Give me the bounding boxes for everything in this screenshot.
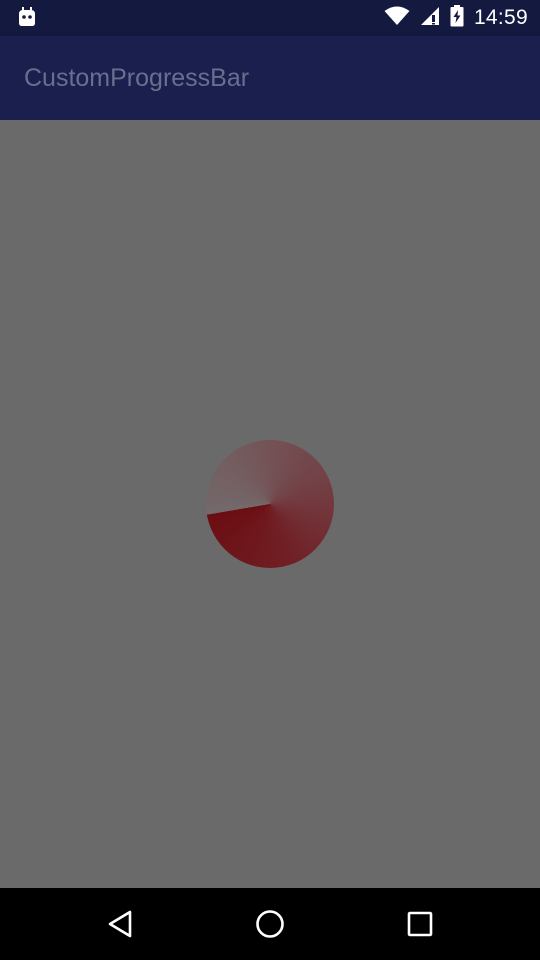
app-title: CustomProgressBar xyxy=(24,64,250,92)
home-icon[interactable] xyxy=(248,902,292,946)
recents-icon[interactable] xyxy=(398,902,442,946)
custom-progress-bar xyxy=(206,440,334,568)
battery-icon xyxy=(450,4,464,32)
app-bar: CustomProgressBar xyxy=(0,36,540,120)
progress-disc xyxy=(206,440,334,568)
screen: 14:59 CustomProgressBar xyxy=(0,0,540,960)
wifi-icon xyxy=(384,6,410,31)
status-clock: 14:59 xyxy=(473,6,528,29)
status-bar: 14:59 xyxy=(0,0,540,36)
back-icon[interactable] xyxy=(98,902,142,946)
android-debug-icon xyxy=(16,7,38,34)
navigation-bar xyxy=(0,888,540,960)
signal-icon xyxy=(420,6,440,31)
content-area xyxy=(0,120,540,888)
